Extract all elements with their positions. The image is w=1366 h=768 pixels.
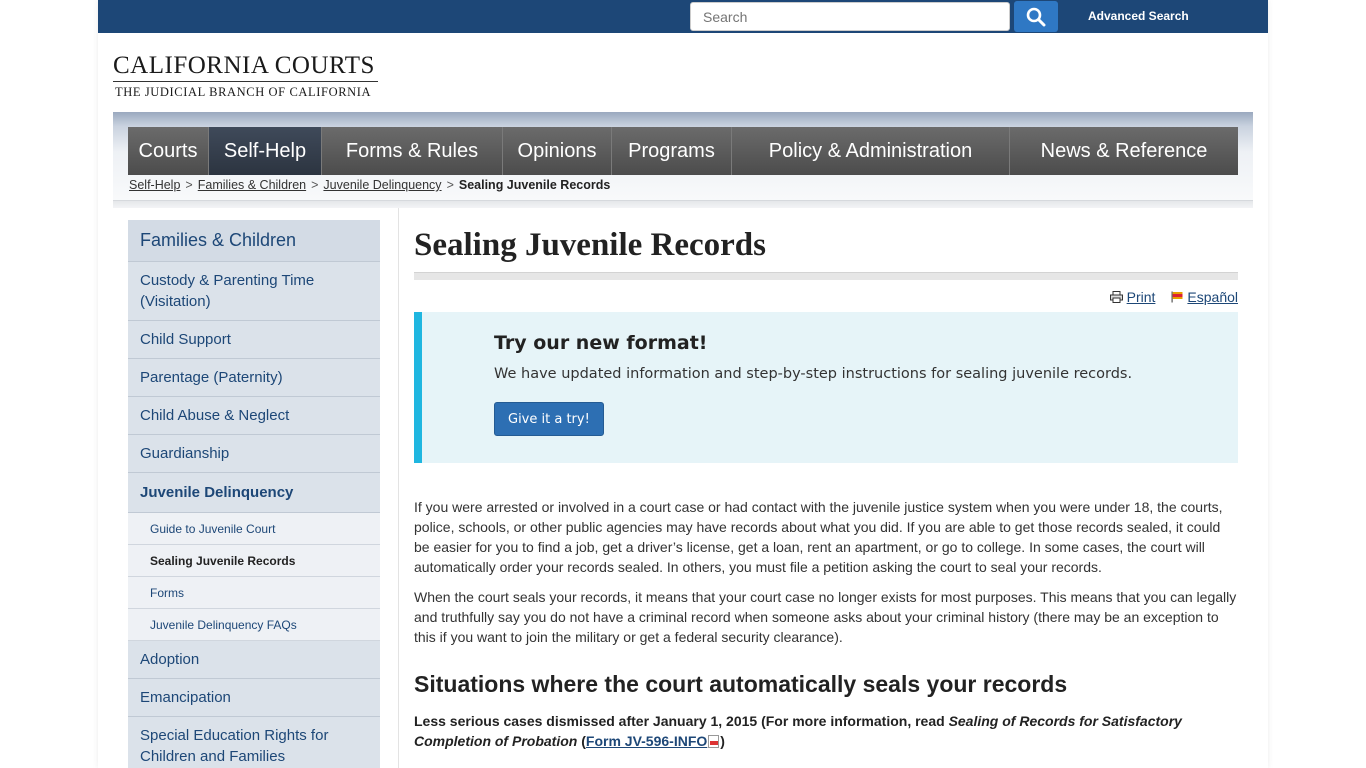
espanol-label: Español	[1187, 289, 1238, 305]
nav-programs[interactable]: Programs	[612, 127, 732, 175]
sidebar-sub-guide[interactable]: Guide to Juvenile Court	[128, 513, 380, 545]
sidebar-item-special-education[interactable]: Special Education Rights for Children an…	[128, 717, 380, 768]
sidebar-item-adoption[interactable]: Adoption	[128, 641, 380, 679]
sidebar-sub-faqs[interactable]: Juvenile Delinquency FAQs	[128, 609, 380, 641]
sidebar-item-guardianship[interactable]: Guardianship	[128, 435, 380, 473]
sidebar-item-juvenile-delinquency[interactable]: Juvenile Delinquency	[128, 473, 380, 513]
breadcrumb-juvenile-delinquency[interactable]: Juvenile Delinquency	[323, 178, 441, 192]
callout-text: We have updated information and step-by-…	[494, 366, 1133, 382]
sidebar: Families & Children Custody & Parenting …	[128, 220, 380, 768]
content-divider	[398, 208, 399, 768]
sidebar-item-child-abuse[interactable]: Child Abuse & Neglect	[128, 397, 380, 435]
page-title: Sealing Juvenile Records	[414, 227, 766, 263]
subsection-lead-text: Less serious cases dismissed after Janua…	[414, 713, 949, 729]
main-nav: Courts Self-Help Forms & Rules Opinions …	[128, 127, 1238, 175]
print-link[interactable]: Print	[1109, 289, 1156, 305]
logo-subtitle: THE JUDICIAL BRANCH OF CALIFORNIA	[115, 85, 372, 99]
breadcrumb-self-help[interactable]: Self-Help	[129, 178, 180, 192]
sidebar-heading[interactable]: Families & Children	[128, 220, 380, 262]
form-jv-596-info-link[interactable]: Form JV-596-INFO	[586, 733, 707, 749]
give-it-a-try-button[interactable]: Give it a try!	[494, 402, 604, 436]
section-heading: Situations where the court automatically…	[414, 671, 1068, 697]
nav-opinions[interactable]: Opinions	[503, 127, 612, 175]
nav-courts[interactable]: Courts	[128, 127, 209, 175]
search-input[interactable]	[690, 2, 1010, 31]
sidebar-sub-sealing[interactable]: Sealing Juvenile Records	[128, 545, 380, 577]
callout-heading: Try our new format!	[494, 332, 708, 354]
search-button[interactable]	[1014, 1, 1058, 32]
sidebar-item-parentage[interactable]: Parentage (Paternity)	[128, 359, 380, 397]
logo-title[interactable]: CALIFORNIA COURTS	[113, 52, 375, 80]
nav-news-reference[interactable]: News & Reference	[1010, 127, 1238, 175]
pdf-icon	[708, 735, 720, 748]
nav-self-help[interactable]: Self-Help	[209, 127, 322, 175]
intro-paragraph: If you were arrested or involved in a co…	[414, 499, 1223, 575]
subsection-open-paren: (	[577, 733, 586, 749]
nav-policy-administration[interactable]: Policy & Administration	[732, 127, 1010, 175]
sidebar-sub-forms[interactable]: Forms	[128, 577, 380, 609]
flag-icon	[1171, 291, 1183, 303]
sidebar-item-custody[interactable]: Custody & Parenting Time (Visitation)	[128, 262, 380, 321]
breadcrumb-separator: >	[311, 178, 319, 192]
nav-forms-rules[interactable]: Forms & Rules	[322, 127, 503, 175]
page-tools: Print Español	[1109, 289, 1238, 305]
printer-icon	[1109, 291, 1123, 303]
espanol-link[interactable]: Español	[1171, 289, 1238, 305]
breadcrumb-separator: >	[446, 178, 454, 192]
sealing-meaning-paragraph: When the court seals your records, it me…	[414, 589, 1237, 645]
breadcrumb-families-children[interactable]: Families & Children	[198, 178, 306, 192]
subsection-lead: Less serious cases dismissed after Janua…	[414, 711, 1238, 751]
breadcrumb-current: Sealing Juvenile Records	[458, 178, 611, 192]
page: Advanced Search CALIFORNIA COURTS THE JU…	[98, 0, 1268, 768]
logo-divider	[113, 81, 378, 82]
title-rule	[414, 272, 1238, 280]
sidebar-item-emancipation[interactable]: Emancipation	[128, 679, 380, 717]
subsection-close-paren: )	[720, 733, 725, 749]
top-bar: Advanced Search	[98, 0, 1268, 33]
search-icon	[1026, 7, 1046, 26]
sidebar-item-child-support[interactable]: Child Support	[128, 321, 380, 359]
print-label: Print	[1126, 289, 1156, 305]
breadcrumb-separator: >	[185, 178, 193, 192]
advanced-search-link[interactable]: Advanced Search	[1088, 9, 1189, 23]
nav-bottom-rule	[113, 200, 1253, 208]
new-format-callout: Try our new format! We have updated info…	[414, 312, 1238, 463]
breadcrumb: Self-Help > Families & Children > Juvenile D…	[129, 178, 610, 192]
